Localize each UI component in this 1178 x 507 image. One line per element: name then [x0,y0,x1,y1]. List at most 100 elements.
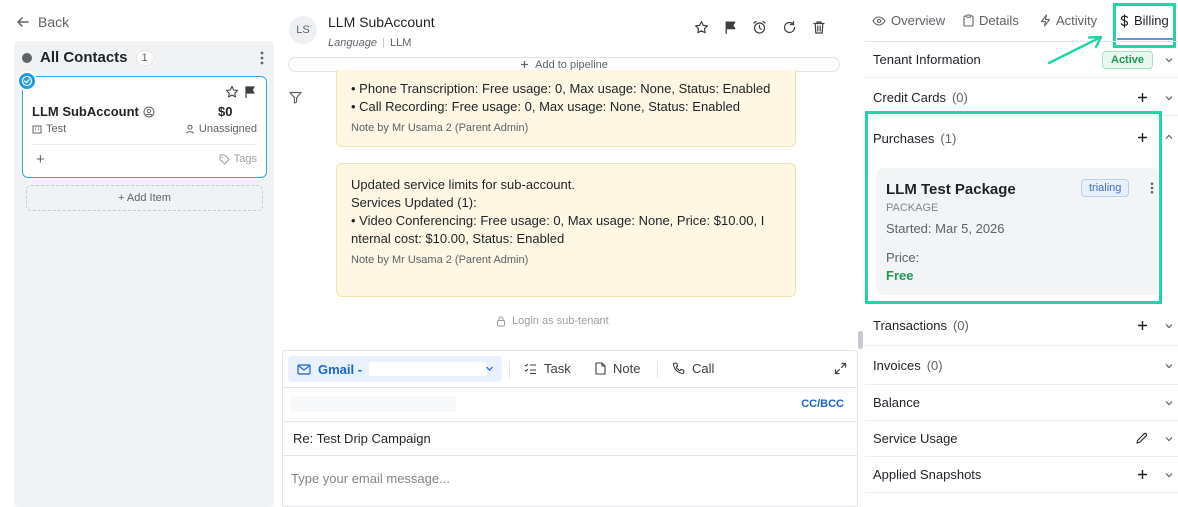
tab-divider [657,361,658,378]
star-icon[interactable] [225,85,239,99]
add-to-pipeline-label: Add to pipeline [535,58,608,71]
chevron-down-icon[interactable] [485,364,494,373]
scrollbar-thumb[interactable] [858,331,863,349]
tab-task[interactable]: Task [524,361,571,376]
chevron-down-icon[interactable] [1164,398,1174,408]
back-button[interactable]: Back [16,14,69,30]
chevron-down-icon[interactable] [1164,470,1174,480]
contact-owner: Unassigned [185,123,257,135]
card-add-button[interactable]: + [36,151,45,168]
transactions-label: Transactions [873,318,947,333]
note-card: Updated service limits for sub-account. … [336,163,796,297]
add-credit-card-button[interactable] [1137,92,1148,103]
tab-overview[interactable]: Overview [872,13,945,28]
alarm-clock-icon[interactable] [752,20,767,35]
tags-label: Tags [233,153,257,165]
add-transaction-button[interactable] [1137,320,1148,331]
section-service-usage[interactable]: Service Usage [865,421,1178,457]
balance-label: Balance [873,395,920,410]
language-value: LLM [389,37,412,49]
star-icon[interactable] [694,20,709,35]
board-header: All Contacts 1 [22,49,154,66]
card-tags-button[interactable]: Tags [219,153,257,165]
arrow-left-icon [16,15,30,29]
more-vertical-icon[interactable] [260,51,264,65]
details-panel: Overview Details Activity Billing Tenant… [865,0,1178,507]
add-item-button[interactable]: + Add Item [26,185,263,211]
message-composer: Gmail - Task Note Call CC/BCC Re: Test D… [282,350,858,507]
annotation-arrow-icon [1047,34,1107,66]
note-icon [595,362,606,375]
flag-icon[interactable] [724,20,737,35]
selected-check-icon[interactable] [17,71,37,91]
tab-note[interactable]: Note [595,361,640,376]
edit-pencil-icon[interactable] [1135,432,1148,445]
note-line: • Call Recording: Free usage: 0, Max usa… [351,99,740,114]
cc-bcc-button[interactable]: CC/BCC [801,398,844,410]
note-line: Services Updated (1): [351,195,477,210]
divider [283,455,857,456]
redacted-recipient [291,396,456,412]
section-transactions[interactable]: Transactions (0) [865,306,1178,346]
avatar: LS [289,16,317,44]
section-title: Applied Snapshots [873,467,981,482]
activity-label: Activity [1056,13,1098,28]
section-title: Balance [873,395,920,410]
expand-icon[interactable] [834,362,847,375]
tab-details[interactable]: Details [963,13,1019,28]
divider [382,38,384,48]
section-invoices[interactable]: Invoices (0) [865,346,1178,385]
status-dot-icon [22,52,32,63]
note-line: • Phone Transcription: Free usage: 0, Ma… [351,81,771,96]
page-subtitle: Language LLM [328,37,411,49]
subject-field[interactable]: Re: Test Drip Campaign [293,431,431,446]
flag-icon[interactable] [244,85,256,99]
overview-label: Overview [891,13,946,28]
service-usage-label: Service Usage [873,431,958,446]
chevron-down-icon[interactable] [1164,55,1174,65]
task-label: Task [544,361,571,376]
contact-company: Test [32,123,66,135]
section-balance[interactable]: Balance [865,385,1178,421]
filter-icon[interactable] [289,91,302,104]
owner-text: Unassigned [198,123,257,135]
tag-icon [219,154,230,165]
transactions-count: (0) [952,318,969,333]
section-title: Tenant Information [873,52,981,67]
recipient-row[interactable]: CC/BCC [283,388,857,422]
tab-call[interactable]: Call [672,361,714,376]
eye-icon [872,15,886,26]
section-title: Invoices (0) [873,358,943,373]
section-applied-snapshots[interactable]: Applied Snapshots [865,457,1178,493]
add-snapshot-button[interactable] [1137,469,1148,480]
message-input[interactable]: Type your email message... [291,471,450,486]
status-badge: Active [1102,51,1154,69]
chevron-down-icon[interactable] [1164,321,1174,331]
chevron-down-icon[interactable] [1164,434,1174,444]
page-title: LLM SubAccount [328,14,435,30]
contact-name-text: LLM SubAccount [32,104,139,119]
tab-gmail[interactable]: Gmail - [288,356,502,382]
contact-card[interactable]: LLM SubAccount $0 Test Unassigned + Tags [17,71,267,178]
call-label: Call [692,361,715,376]
note-line: • Video Conferencing: Free usage: 0, Max… [351,213,765,228]
plus-icon [520,60,529,69]
company-text: Test [46,123,67,135]
board-title: All Contacts [40,49,128,66]
trash-icon[interactable] [812,20,826,35]
chevron-down-icon[interactable] [1164,361,1174,371]
gmail-label: Gmail - [318,361,363,377]
contacts-panel: Back All Contacts 1 LLM SubAccount $0 Te… [0,0,281,507]
chevron-down-icon[interactable] [1164,93,1174,103]
note-author: Note by Mr Usama 2 (Parent Admin) [351,254,529,266]
chevron-up-icon[interactable] [1164,132,1174,142]
tab-activity[interactable]: Activity [1040,13,1097,28]
login-as-sub-tenant-button[interactable]: Login as sub-tenant [496,315,609,327]
mail-icon [297,363,311,375]
card-divider [32,144,257,145]
contact-amount: $0 [218,104,233,119]
refresh-icon[interactable] [782,20,797,35]
credit-cards-label: Credit Cards [873,90,946,105]
section-title: Transactions (0) [873,318,969,333]
contacts-board-column: All Contacts 1 LLM SubAccount $0 Test Un… [14,41,274,507]
